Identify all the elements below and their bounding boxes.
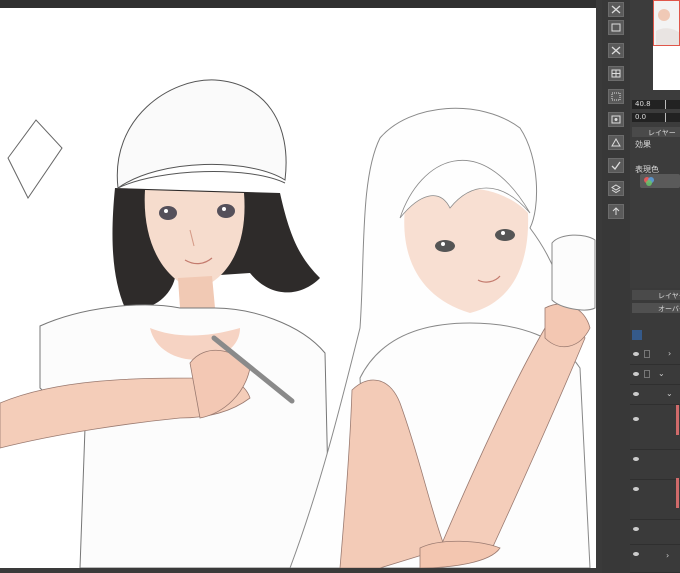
delete-icon[interactable] — [608, 43, 624, 58]
transform-icon[interactable] — [608, 112, 624, 127]
blend-mode-value: オーバー — [658, 305, 680, 313]
canvas-horizontal-scrollbar[interactable] — [0, 568, 596, 573]
layer-row[interactable] — [630, 480, 680, 520]
chevron-right-icon[interactable]: › — [666, 551, 669, 560]
layer-row[interactable]: ⌄ — [630, 385, 680, 405]
title-bar — [0, 0, 600, 8]
drawing-canvas[interactable] — [0, 8, 596, 568]
close-icon[interactable] — [608, 2, 624, 17]
expression-color-dropdown[interactable] — [640, 174, 680, 188]
layer-icon[interactable] — [608, 181, 624, 196]
layer-selection-marker — [676, 405, 679, 435]
layer-row[interactable] — [630, 450, 680, 480]
color-wheel-icon — [644, 177, 654, 186]
eye-icon[interactable] — [633, 351, 639, 357]
layer-panel-tab-label: レイヤー — [658, 292, 680, 300]
layer-row[interactable]: › — [630, 545, 680, 573]
check-icon[interactable] — [608, 158, 624, 173]
layer-row[interactable]: › — [630, 345, 680, 365]
lock-icon[interactable] — [644, 370, 650, 378]
brush-value: 0.0 — [635, 113, 647, 121]
eye-icon[interactable] — [633, 371, 639, 377]
layer-row[interactable]: ⌄ — [630, 365, 680, 385]
brush-slider[interactable]: 0.0 — [632, 113, 680, 122]
eye-icon[interactable] — [633, 416, 639, 422]
eye-icon[interactable] — [633, 456, 639, 462]
opacity-slider[interactable]: 40.8 — [632, 100, 680, 109]
eye-icon[interactable] — [633, 526, 639, 532]
layer-property-tab-label: レイヤー — [648, 129, 676, 137]
layer-option-button[interactable] — [632, 330, 642, 340]
blend-mode-select[interactable]: オーバー — [632, 303, 680, 313]
brush-slider-handle[interactable] — [665, 113, 666, 122]
layer-row[interactable] — [630, 410, 680, 450]
layer-selection-marker — [676, 478, 679, 508]
export-icon[interactable] — [608, 204, 624, 219]
eye-icon[interactable] — [633, 391, 639, 397]
navigator-preview[interactable] — [653, 0, 680, 46]
layer-row[interactable] — [630, 520, 680, 545]
chevron-down-icon[interactable]: ⌄ — [666, 389, 673, 398]
fill-icon[interactable] — [608, 135, 624, 150]
select-icon[interactable] — [608, 89, 624, 104]
layer-property-tab[interactable]: レイヤー — [632, 127, 680, 137]
command-toolstrip — [602, 0, 630, 573]
lock-icon[interactable] — [644, 350, 650, 358]
navigator-area — [653, 46, 680, 90]
clear-icon[interactable] — [608, 20, 624, 35]
eye-icon[interactable] — [633, 551, 639, 557]
grid-icon[interactable] — [608, 66, 624, 81]
opacity-slider-handle[interactable] — [665, 100, 666, 109]
layer-panel-tab[interactable]: レイヤー — [632, 290, 680, 300]
chevron-right-icon[interactable]: › — [668, 349, 671, 358]
effect-label: 効果 — [635, 140, 651, 149]
eye-icon[interactable] — [633, 486, 639, 492]
artwork-illustration — [0, 79, 596, 568]
opacity-value: 40.8 — [635, 100, 651, 108]
chevron-down-icon[interactable]: ⌄ — [658, 369, 665, 378]
